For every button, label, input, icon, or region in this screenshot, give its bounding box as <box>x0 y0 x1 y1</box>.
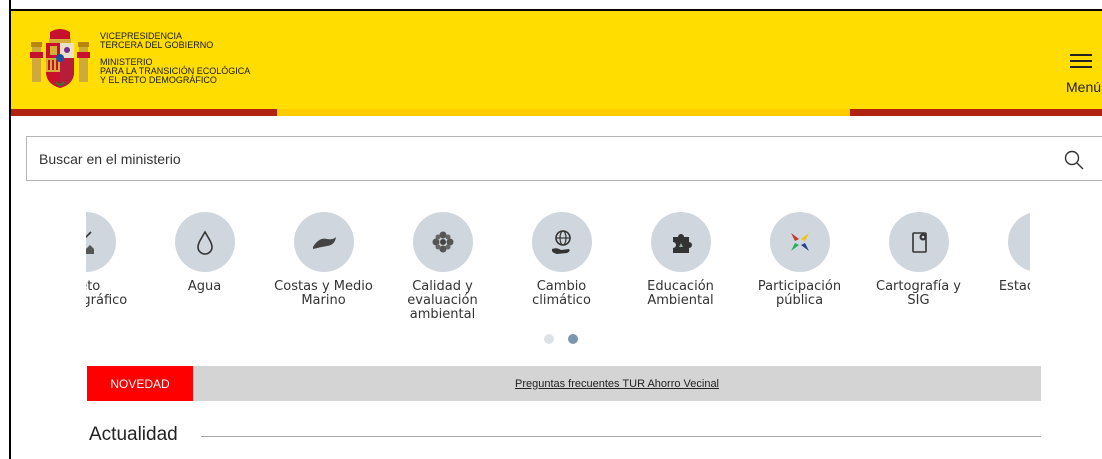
header-stripe <box>11 109 1102 116</box>
water-drop-icon <box>174 212 235 272</box>
category-label: Estadísticas <box>998 279 1030 294</box>
category-carousel: Reto Demográfico Agua Costas y Medio Marin… <box>86 210 1030 330</box>
stats-icon <box>1007 212 1030 272</box>
category-item[interactable]: Reto Demográfico <box>86 210 145 322</box>
map-pin-icon <box>888 212 949 272</box>
category-label: Agua <box>187 279 222 294</box>
category-item[interactable]: Costas y Medio Marino <box>264 210 383 322</box>
puzzle-icon <box>650 212 711 272</box>
carousel-dot-1[interactable] <box>544 334 554 344</box>
carousel-dot-2[interactable] <box>568 334 578 344</box>
category-item[interactable]: Estadísticas <box>978 210 1030 322</box>
category-item[interactable]: Educación Ambiental <box>621 210 740 322</box>
flower-icon <box>412 212 473 272</box>
category-item[interactable]: Agua <box>145 210 264 322</box>
category-item[interactable]: Participación pública <box>740 210 859 322</box>
category-item[interactable]: Cambio climático <box>502 210 621 322</box>
hamburger-icon <box>1070 54 1092 72</box>
window-border-top <box>9 9 1102 11</box>
globe-hand-icon <box>531 212 592 272</box>
carousel-pagination <box>544 334 578 344</box>
category-label: Calidad y evaluación ambiental <box>407 279 478 322</box>
ministry-line: Y EL RETO DEMOGRÁFICO <box>100 75 217 85</box>
category-item[interactable]: Cartografía y SIG <box>859 210 978 322</box>
wave-icon <box>293 212 354 272</box>
window-border-left <box>9 0 11 459</box>
menu-label: Menú <box>1066 79 1102 95</box>
menu-button[interactable]: Menú <box>1062 54 1102 95</box>
news-link[interactable]: Preguntas frecuentes TUR Ahorro Vecinal <box>193 366 1041 401</box>
category-label: Costas y Medio Marino <box>274 279 373 308</box>
category-item[interactable]: Calidad y evaluación ambiental <box>383 210 502 322</box>
ministry-name[interactable]: VICEPRESIDENCIA TERCERA DEL GOBIERNO MIN… <box>100 32 250 85</box>
category-label: Cartografía y SIG <box>876 279 961 308</box>
section-divider <box>201 436 1041 437</box>
coat-of-arms-logo[interactable] <box>30 28 90 90</box>
houses-chart-icon <box>86 212 116 272</box>
category-label: Educación Ambiental <box>647 279 714 308</box>
search-bar <box>26 136 1102 181</box>
arrows-icon <box>769 212 830 272</box>
news-banner: NOVEDAD Preguntas frecuentes TUR Ahorro … <box>87 366 1041 401</box>
category-label: Reto Demográfico <box>86 279 128 308</box>
search-icon[interactable] <box>1063 149 1085 171</box>
category-label: Participación pública <box>757 279 842 308</box>
search-input[interactable] <box>39 137 939 180</box>
category-label: Cambio climático <box>532 279 591 308</box>
section-title: Actualidad <box>89 424 178 445</box>
news-tag: NOVEDAD <box>87 366 193 401</box>
org-line: TERCERA DEL GOBIERNO <box>100 40 214 50</box>
